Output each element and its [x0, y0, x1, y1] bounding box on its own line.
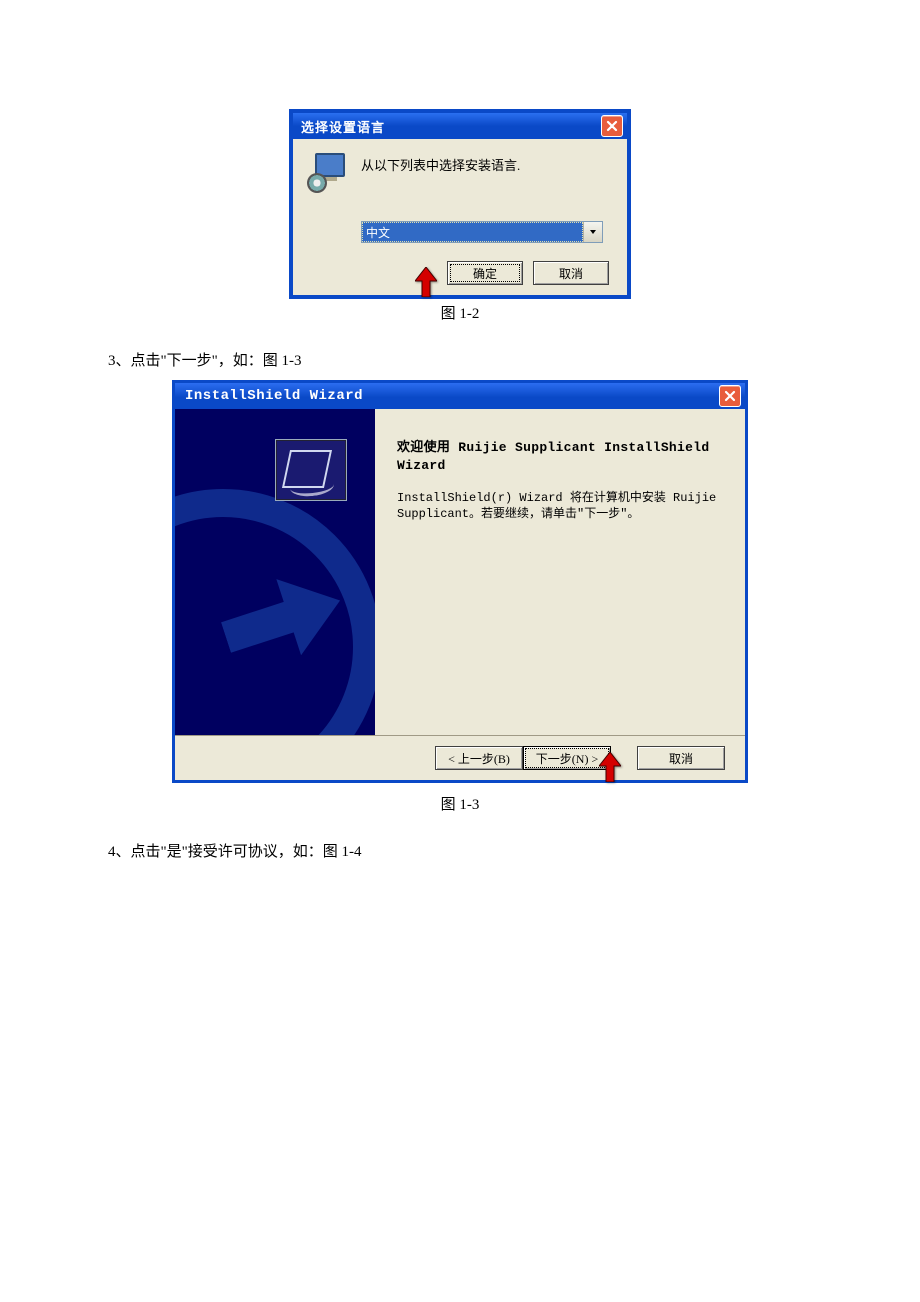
- language-select-dialog: 选择设置语言 从以下列表中选择安装语言. 中文: [290, 110, 630, 298]
- pointer-arrow-icon: [415, 267, 437, 297]
- setup-icon: [307, 153, 347, 193]
- step-4-text: 4、点击"是"接受许可协议，如：图 1-4: [0, 840, 920, 861]
- figure-caption-1: 图 1-2: [0, 302, 920, 323]
- next-button[interactable]: 下一步(N) >: [523, 746, 611, 770]
- cancel-button[interactable]: 取消: [533, 261, 609, 285]
- figure-caption-2: 图 1-3: [0, 793, 920, 814]
- wizard-title: InstallShield Wizard: [185, 388, 363, 404]
- back-button[interactable]: < 上一步(B): [435, 746, 523, 770]
- close-icon[interactable]: [601, 115, 623, 137]
- chevron-down-icon[interactable]: [583, 222, 602, 242]
- language-select[interactable]: 中文: [361, 221, 603, 243]
- dialog-titlebar: 选择设置语言: [293, 113, 627, 139]
- cancel-button[interactable]: 取消: [637, 746, 725, 770]
- wizard-titlebar: InstallShield Wizard: [172, 380, 748, 409]
- language-select-value: 中文: [362, 222, 583, 242]
- close-icon[interactable]: [719, 385, 741, 407]
- dialog-message: 从以下列表中选择安装语言.: [361, 153, 520, 174]
- step-3-text: 3、点击"下一步"，如：图 1-3: [0, 349, 920, 370]
- ok-button[interactable]: 确定: [447, 261, 523, 285]
- wizard-dialog: 欢迎使用 Ruijie Supplicant InstallShield Wiz…: [172, 409, 748, 783]
- dialog-title: 选择设置语言: [301, 117, 385, 136]
- wizard-sidebar-graphic: [175, 409, 375, 735]
- wizard-heading: 欢迎使用 Ruijie Supplicant InstallShield Wiz…: [397, 439, 721, 474]
- wizard-body-text: InstallShield(r) Wizard 将在计算机中安装 Ruijie …: [397, 490, 721, 522]
